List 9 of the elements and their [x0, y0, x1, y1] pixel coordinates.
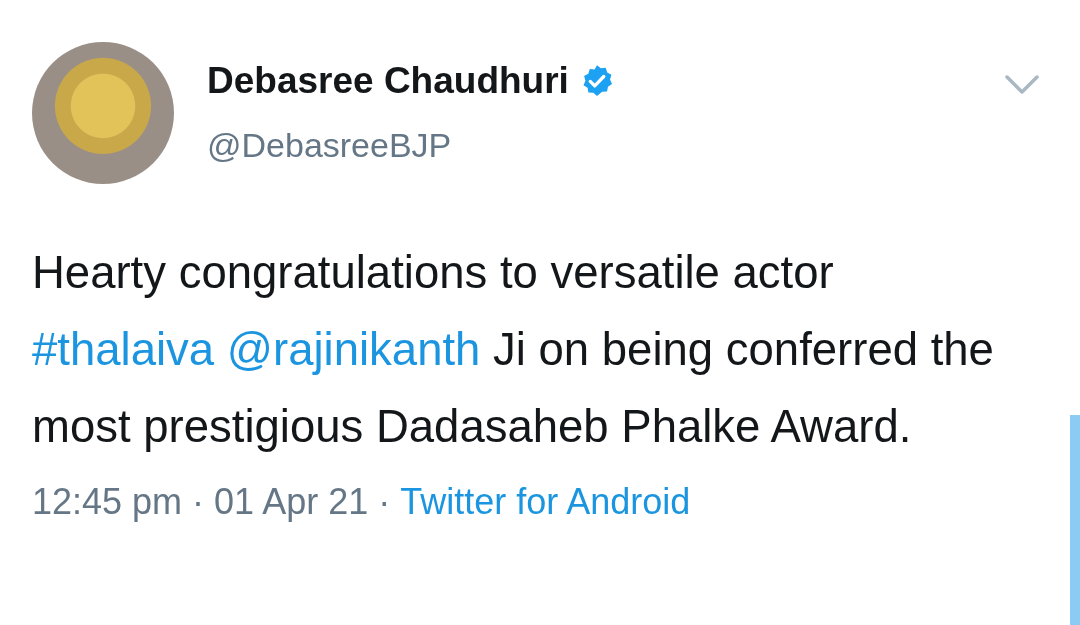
source-link[interactable]: Twitter for Android — [400, 481, 691, 523]
mention-link[interactable]: @rajinikanth — [226, 324, 481, 375]
author-name[interactable]: Debasree Chaudhuri — [207, 60, 569, 102]
author-handle[interactable]: @DebasreeBJP — [207, 126, 1004, 165]
hashtag-link[interactable]: #thalaiva — [32, 324, 215, 375]
chevron-down-icon[interactable] — [1004, 74, 1040, 96]
tweet-text: Hearty congratulations to versatile actor #thalaiva @rajinikanth Ji on being conferred the most prestigious Dadasaheb Phalke Award. — [32, 246, 995, 454]
scrollbar-drawing[interactable] — [1070, 415, 1080, 625]
timestamp: 12:45 pm · 01 Apr 21 · — [32, 481, 392, 523]
